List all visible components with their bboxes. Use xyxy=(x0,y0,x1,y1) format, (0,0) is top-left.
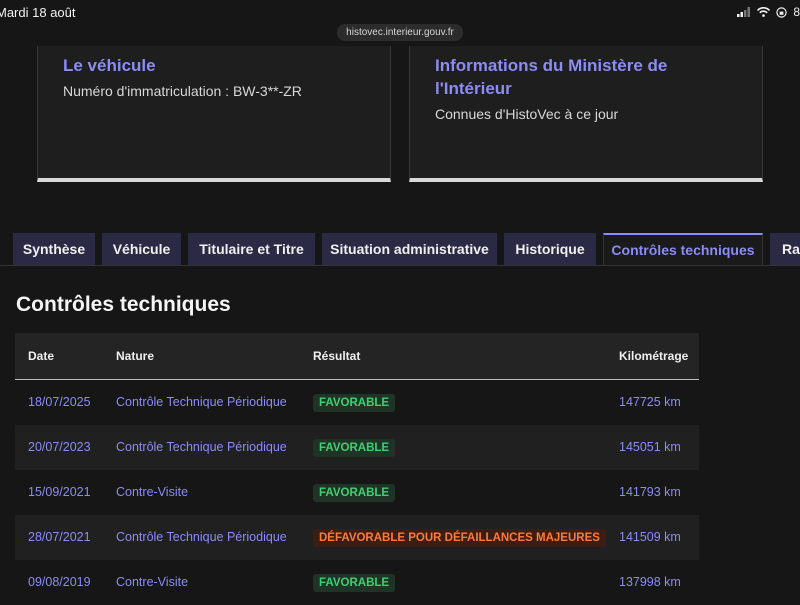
row-date: 18/07/2025 xyxy=(28,395,91,409)
tab-synthese[interactable]: Synthèse xyxy=(13,233,95,265)
header-mileage[interactable]: Kilométrage xyxy=(619,333,688,379)
section-title: Contrôles techniques xyxy=(16,293,231,316)
table-row: 28/07/2021 Contrôle Technique Périodique… xyxy=(15,515,699,560)
row-mileage: 141509 km xyxy=(619,530,681,544)
status-badge: FAVORABLE xyxy=(313,484,396,502)
row-mileage: 137998 km xyxy=(619,575,681,589)
tab-vehicule[interactable]: Véhicule xyxy=(102,233,181,265)
header-result[interactable]: Résultat xyxy=(313,333,360,379)
header-nature[interactable]: Nature xyxy=(116,333,154,379)
table-row: 18/07/2025 Contrôle Technique Périodique… xyxy=(15,380,699,425)
row-mileage: 147725 km xyxy=(619,395,681,409)
status-badge: FAVORABLE xyxy=(313,439,396,457)
url-bar[interactable]: histovec.interieur.gouv.fr xyxy=(337,24,463,41)
signal-icon xyxy=(737,7,751,17)
battery-percent: 8 xyxy=(793,5,800,19)
status-badge: DÉFAVORABLE POUR DÉFAILLANCES MAJEURES xyxy=(313,529,606,547)
row-date: 28/07/2021 xyxy=(28,530,91,544)
wifi-icon xyxy=(757,7,771,17)
tab-rapport[interactable]: Rap xyxy=(770,233,800,265)
row-mileage: 145051 km xyxy=(619,440,681,454)
status-badge: FAVORABLE xyxy=(313,574,396,592)
ministry-card: Informations du Ministère de l'Intérieur… xyxy=(409,46,763,182)
table-row: 09/08/2019 Contre-Visite FAVORABLE 13799… xyxy=(15,560,699,605)
table-header: Date Nature Résultat Kilométrage xyxy=(15,333,699,380)
tab-divider xyxy=(0,265,800,266)
table-row: 15/09/2021 Contre-Visite FAVORABLE 14179… xyxy=(15,470,699,515)
row-date: 15/09/2021 xyxy=(28,485,91,499)
row-nature: Contrôle Technique Périodique xyxy=(116,395,287,409)
row-nature: Contrôle Technique Périodique xyxy=(116,530,287,544)
ministry-card-title: Informations du Ministère de l'Intérieur xyxy=(435,56,668,98)
row-date: 20/07/2023 xyxy=(28,440,91,454)
row-nature: Contrôle Technique Périodique xyxy=(116,440,287,454)
row-nature: Contre-Visite xyxy=(116,575,189,589)
tab-historique[interactable]: Historique xyxy=(504,233,596,265)
orientation-lock-icon xyxy=(776,6,788,18)
row-date: 09/08/2019 xyxy=(28,575,91,589)
status-badge: FAVORABLE xyxy=(313,394,396,412)
tab-controles-techniques[interactable]: Contrôles techniques xyxy=(603,233,763,265)
status-icons: 8 xyxy=(737,5,800,19)
vehicle-card-title: Le véhicule xyxy=(63,56,156,75)
tab-bar: Synthèse Véhicule Titulaire et Titre Sit… xyxy=(0,233,800,265)
table-row: 20/07/2023 Contrôle Technique Périodique… xyxy=(15,425,699,470)
tab-titulaire-titre[interactable]: Titulaire et Titre xyxy=(188,233,315,265)
status-time: Mardi 18 août xyxy=(0,5,76,20)
row-nature: Contre-Visite xyxy=(116,485,189,499)
ministry-card-subtitle: Connues d'HistoVec à ce jour xyxy=(435,106,619,122)
registration-number: Numéro d'immatriculation : BW-3**-ZR xyxy=(63,83,302,99)
status-bar: Mardi 18 août 8 xyxy=(0,0,800,26)
tab-situation-administrative[interactable]: Situation administrative xyxy=(322,233,497,265)
header-date[interactable]: Date xyxy=(28,333,54,379)
vehicle-card: Le véhicule Numéro d'immatriculation : B… xyxy=(37,46,391,182)
row-mileage: 141793 km xyxy=(619,485,681,499)
inspections-table: Date Nature Résultat Kilométrage 18/07/2… xyxy=(15,333,699,605)
